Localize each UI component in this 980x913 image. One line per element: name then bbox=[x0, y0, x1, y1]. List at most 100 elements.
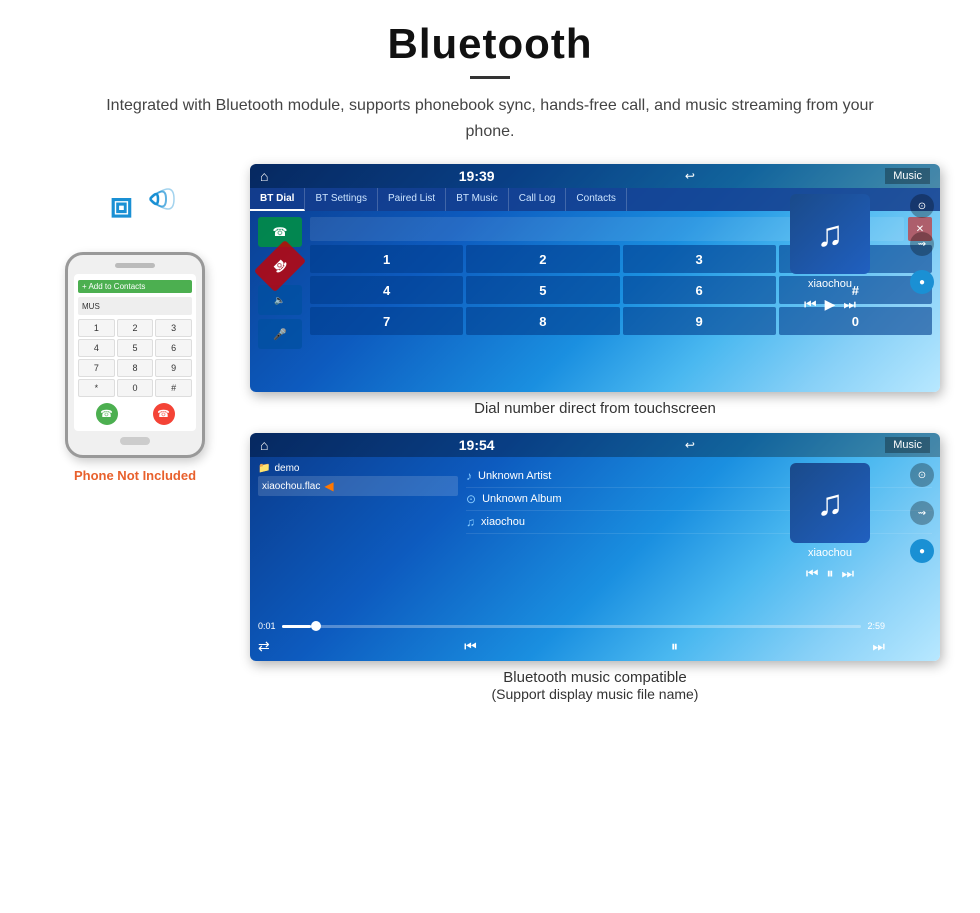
dial-key-7[interactable]: 7 bbox=[310, 307, 463, 335]
media-icon[interactable]: ● bbox=[910, 270, 934, 294]
folder-row: 📁 demo bbox=[258, 461, 458, 476]
dial-call-button[interactable]: ☎ bbox=[258, 217, 302, 247]
phone-hangup-button[interactable]: ☎ bbox=[153, 403, 175, 425]
phone-display: MUS bbox=[82, 302, 100, 311]
phone-key-9[interactable]: 9 bbox=[155, 359, 192, 377]
settings-circle-icon[interactable]: ⊙ bbox=[910, 194, 934, 218]
header-divider bbox=[470, 76, 510, 79]
next-button[interactable]: ⏭ bbox=[843, 296, 856, 313]
progress-time-end: 2:59 bbox=[867, 621, 885, 631]
phone-key-1[interactable]: 1 bbox=[78, 319, 115, 337]
media-icon-2[interactable]: ● bbox=[910, 539, 934, 563]
route-icon[interactable]: ⇝ bbox=[910, 232, 934, 256]
screen2-container: ⌂ 19:54 ↩ Music 📁 demo x bbox=[250, 433, 940, 702]
signal-waves-icon bbox=[120, 174, 180, 224]
screen1-music-controls: ⏮ ▶ ⏭ bbox=[804, 296, 856, 313]
phone-not-included-label: Phone Not Included bbox=[74, 468, 196, 483]
tab-paired-list[interactable]: Paired List bbox=[378, 188, 446, 211]
prev-button[interactable]: ⏮ bbox=[804, 296, 817, 313]
dial-key-5[interactable]: 5 bbox=[466, 276, 619, 304]
prev-button-2[interactable]: ⏮ bbox=[806, 565, 819, 582]
play-button[interactable]: ▶ bbox=[825, 296, 836, 313]
screen1-topbar: ⌂ 19:39 ↩ Music bbox=[250, 164, 940, 188]
music-file-browser: 📁 demo xiaochou.flac ◀ bbox=[258, 461, 458, 643]
screenshots-section: ⌂ 19:39 ↩ Music BT Dial BT Settings Pair… bbox=[250, 164, 940, 702]
phone-call-button[interactable]: ☎ bbox=[96, 403, 118, 425]
phone-key-0[interactable]: 0 bbox=[117, 379, 154, 397]
dial-key-2[interactable]: 2 bbox=[466, 245, 619, 273]
person-icon: ♪ bbox=[466, 469, 472, 483]
add-contacts-label: + Add to Contacts bbox=[82, 282, 145, 291]
screen2-album-art: ♫ bbox=[790, 463, 870, 543]
screen2-right-icons: ⊙ ⇝ ● bbox=[910, 463, 934, 563]
music-note-icon: ♫ bbox=[817, 213, 844, 255]
car-screen-music: ⌂ 19:54 ↩ Music 📁 demo x bbox=[250, 433, 940, 661]
screen1-music-panel: ♫ xiaochou ⏮ ▶ ⏭ bbox=[770, 194, 890, 313]
phone-screen-header: + Add to Contacts bbox=[78, 280, 192, 293]
progress-area: 0:01 2:59 bbox=[258, 621, 885, 631]
dial-mic-button[interactable]: 🎤 bbox=[258, 319, 302, 349]
dial-key-1[interactable]: 1 bbox=[310, 245, 463, 273]
header: Bluetooth Integrated with Bluetooth modu… bbox=[40, 20, 940, 144]
settings-circle-icon-2[interactable]: ⊙ bbox=[910, 463, 934, 487]
phone-key-hash[interactable]: # bbox=[155, 379, 192, 397]
tab-bt-dial[interactable]: BT Dial bbox=[250, 188, 305, 211]
dial-key-3[interactable]: 3 bbox=[623, 245, 776, 273]
dial-key-6[interactable]: 6 bbox=[623, 276, 776, 304]
screen2-track-name: xiaochou bbox=[808, 547, 852, 559]
phone-section: ⧈ + Add to Contacts MUS bbox=[40, 164, 230, 483]
song-name: xiaochou bbox=[481, 516, 525, 528]
screen2-caption: Bluetooth music compatible bbox=[250, 669, 940, 686]
phone-key-2[interactable]: 2 bbox=[117, 319, 154, 337]
screen2-caption-sub: (Support display music file name) bbox=[250, 686, 940, 702]
pause-button[interactable]: ⏸ bbox=[827, 565, 834, 582]
back-icon-2[interactable]: ↩ bbox=[685, 438, 695, 452]
phone-bottom-bar: ☎ ☎ bbox=[78, 403, 192, 425]
file-name: xiaochou.flac bbox=[262, 481, 320, 492]
progress-dot bbox=[311, 621, 321, 631]
main-content: ⧈ + Add to Contacts MUS bbox=[40, 164, 940, 702]
tab-bt-settings[interactable]: BT Settings bbox=[305, 188, 378, 211]
phone-key-5[interactable]: 5 bbox=[117, 339, 154, 357]
screen1-time: 19:39 bbox=[459, 168, 495, 184]
song-icon: ♫ bbox=[466, 515, 475, 529]
phone-key-4[interactable]: 4 bbox=[78, 339, 115, 357]
tab-bt-music[interactable]: BT Music bbox=[446, 188, 509, 211]
progress-bar[interactable] bbox=[282, 625, 862, 628]
play-pause-button[interactable]: ⏸ bbox=[671, 638, 678, 655]
folder-name: demo bbox=[274, 463, 299, 474]
phone-key-7[interactable]: 7 bbox=[78, 359, 115, 377]
dial-key-9[interactable]: 9 bbox=[623, 307, 776, 335]
phone-key-8[interactable]: 8 bbox=[117, 359, 154, 377]
phone-key-6[interactable]: 6 bbox=[155, 339, 192, 357]
shuffle-button[interactable]: ⇄ bbox=[258, 638, 270, 655]
dial-left-buttons: ☎ ☎ 🔈 🎤 bbox=[258, 217, 302, 368]
tab-call-log[interactable]: Call Log bbox=[509, 188, 567, 211]
phone-key-star[interactable]: * bbox=[78, 379, 115, 397]
phone-keypad: 1 2 3 4 5 6 7 8 9 * 0 # bbox=[78, 319, 192, 397]
progress-time-start: 0:01 bbox=[258, 621, 276, 631]
prev-track-button[interactable]: ⏮ bbox=[464, 638, 477, 655]
phone-home-button[interactable] bbox=[120, 437, 150, 445]
screen1-album-art: ♫ bbox=[790, 194, 870, 274]
route-icon-2[interactable]: ⇝ bbox=[910, 501, 934, 525]
album-name: Unknown Album bbox=[482, 493, 562, 505]
screen1-caption: Dial number direct from touchscreen bbox=[250, 400, 940, 417]
home-icon-2[interactable]: ⌂ bbox=[260, 437, 268, 453]
tab-contacts[interactable]: Contacts bbox=[566, 188, 626, 211]
screen2-music-label: Music bbox=[885, 437, 930, 453]
folder-icon: 📁 bbox=[258, 463, 270, 474]
phone-key-3[interactable]: 3 bbox=[155, 319, 192, 337]
home-icon[interactable]: ⌂ bbox=[260, 168, 268, 184]
next-button-2[interactable]: ⏭ bbox=[842, 565, 855, 582]
next-track-button[interactable]: ⏭ bbox=[872, 638, 885, 655]
dial-key-4[interactable]: 4 bbox=[310, 276, 463, 304]
artist-name: Unknown Artist bbox=[478, 470, 551, 482]
screen1-track-name: xiaochou bbox=[808, 278, 852, 290]
bt-icon-container: ⧈ bbox=[90, 174, 180, 244]
back-icon[interactable]: ↩ bbox=[685, 169, 695, 183]
screen2-music-controls: ⏮ ⏸ ⏭ bbox=[806, 565, 854, 582]
dial-mute-button[interactable]: 🔈 bbox=[258, 285, 302, 315]
dial-key-8[interactable]: 8 bbox=[466, 307, 619, 335]
file-item-active[interactable]: xiaochou.flac ◀ bbox=[258, 476, 458, 496]
